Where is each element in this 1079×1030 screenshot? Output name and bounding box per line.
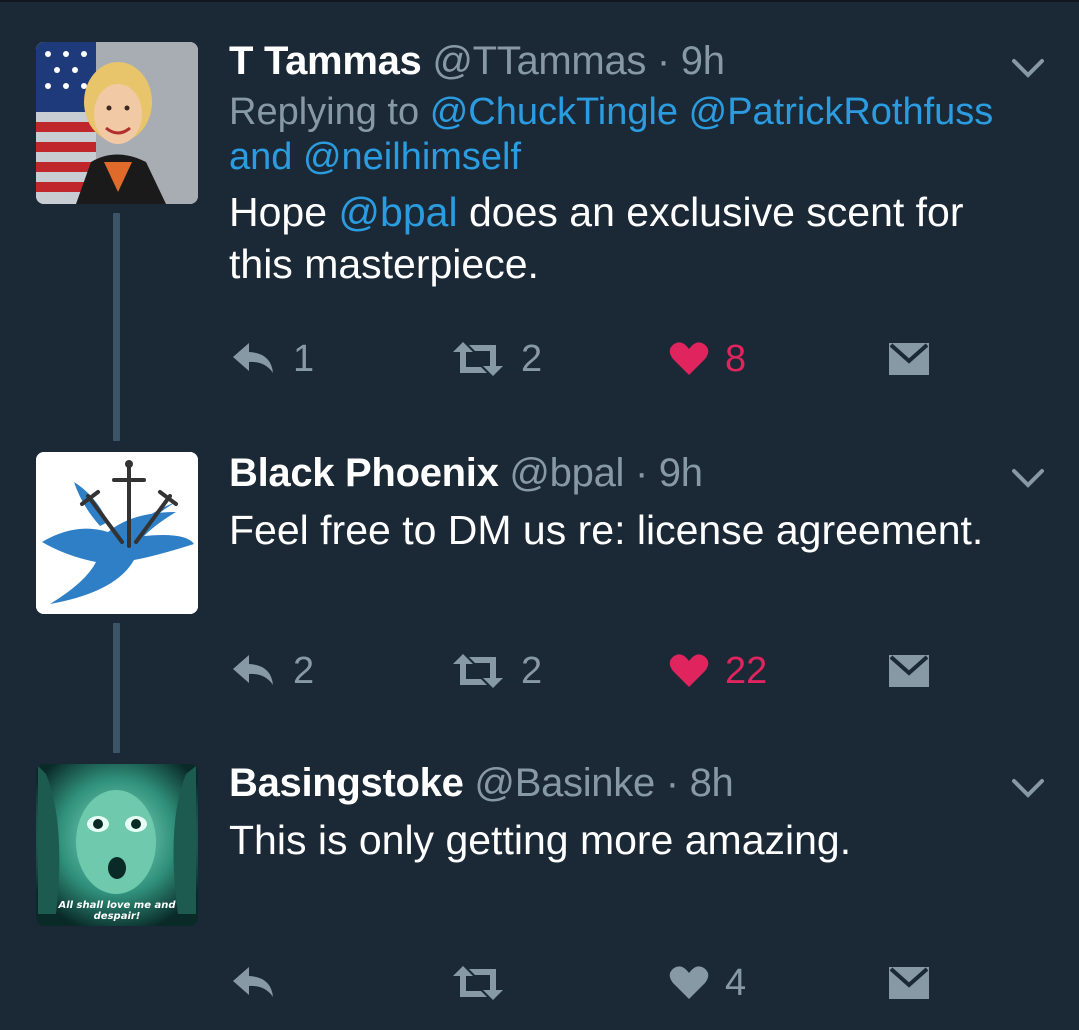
avatar[interactable] — [36, 42, 198, 204]
tweet-text: This is only getting more amazing. — [229, 817, 852, 863]
timestamp[interactable]: 9h — [681, 39, 725, 83]
reply-icon — [233, 655, 273, 685]
replying-to: Replying to @ChuckTingle @PatrickRothfus… — [229, 90, 1029, 180]
separator: · — [665, 761, 679, 805]
direct-message-button[interactable] — [887, 646, 931, 696]
mention-link[interactable]: @ChuckTingle — [430, 91, 678, 133]
retweet-button[interactable]: 2 — [451, 646, 542, 696]
reply-icon — [233, 343, 273, 373]
timestamp[interactable]: 8h — [690, 761, 734, 805]
direct-message-button[interactable] — [887, 958, 931, 1008]
mention-link[interactable]: @PatrickRothfuss — [689, 91, 994, 133]
reply-icon — [233, 967, 273, 997]
mention-link[interactable]: @bpal — [338, 189, 457, 235]
tweet-text: Feel free to DM us re: license agreement… — [229, 507, 984, 553]
tweet-actions: 2 2 22 — [0, 646, 1079, 696]
reply-button[interactable] — [231, 958, 293, 1008]
retweet-button[interactable]: 2 — [451, 334, 542, 384]
like-count: 4 — [725, 961, 747, 1004]
retweet-icon — [453, 342, 503, 376]
tweet[interactable]: All shall love me and despair! Basingsto… — [0, 752, 1079, 1030]
chevron-down-icon[interactable] — [1010, 466, 1046, 490]
profile-photo-woman-flag-icon — [36, 42, 198, 204]
like-count: 8 — [725, 337, 747, 380]
separator: · — [656, 39, 670, 83]
retweet-icon — [453, 966, 503, 1000]
tweet-actions: 4 — [0, 958, 1079, 1008]
display-name[interactable]: Black Phoenix — [229, 451, 499, 495]
like-button[interactable]: 22 — [669, 646, 767, 696]
mention-link[interactable]: @neilhimself — [303, 136, 521, 178]
retweet-button[interactable] — [451, 958, 521, 1008]
timestamp[interactable]: 9h — [659, 451, 703, 495]
chevron-down-icon[interactable] — [1010, 56, 1046, 80]
heart-icon — [669, 966, 709, 999]
heart-icon — [669, 342, 709, 375]
replying-prefix: Replying to — [229, 91, 420, 133]
like-count: 22 — [725, 649, 768, 692]
tweet-text-part: Hope — [229, 189, 328, 235]
handle[interactable]: @Basinke — [474, 761, 655, 805]
chevron-down-icon[interactable] — [1010, 776, 1046, 800]
tweet-text: Hope @bpal does an exclusive scent for t… — [229, 186, 1029, 290]
avatar-caption: All shall love me and despair! — [58, 900, 176, 922]
replying-and[interactable]: and — [229, 136, 292, 178]
envelope-icon — [889, 655, 929, 687]
like-button[interactable]: 4 — [669, 958, 746, 1008]
tweet-header: Black Phoenix @bpal · 9h — [229, 448, 1029, 498]
separator: · — [634, 451, 648, 495]
envelope-icon — [889, 967, 929, 999]
tweet-header: Basingstoke @Basinke · 8h — [229, 758, 1029, 808]
tweet-header: T Tammas @TTammas · 9h — [229, 36, 1029, 86]
handle[interactable]: @TTammas — [432, 39, 646, 83]
bluebird-with-swords-logo-icon — [36, 452, 198, 614]
avatar[interactable]: All shall love me and despair! — [36, 764, 198, 926]
like-button[interactable]: 8 — [669, 334, 746, 384]
heart-icon — [669, 654, 709, 687]
tweet[interactable]: T Tammas @TTammas · 9h Replying to @Chuc… — [0, 0, 1079, 440]
retweet-icon — [453, 654, 503, 688]
envelope-icon — [889, 343, 929, 375]
reply-button[interactable]: 2 — [231, 646, 314, 696]
reply-count: 2 — [293, 649, 315, 692]
direct-message-button[interactable] — [887, 334, 931, 384]
tweet-actions: 1 2 8 — [0, 334, 1079, 384]
tweet[interactable]: Black Phoenix @bpal · 9h Feel free to DM… — [0, 440, 1079, 750]
display-name[interactable]: Basingstoke — [229, 761, 464, 805]
avatar[interactable] — [36, 452, 198, 614]
retweet-count: 2 — [521, 337, 543, 380]
reply-count: 1 — [293, 337, 315, 380]
display-name[interactable]: T Tammas — [229, 39, 422, 83]
handle[interactable]: @bpal — [509, 451, 624, 495]
retweet-count: 2 — [521, 649, 543, 692]
reply-button[interactable]: 1 — [231, 334, 314, 384]
